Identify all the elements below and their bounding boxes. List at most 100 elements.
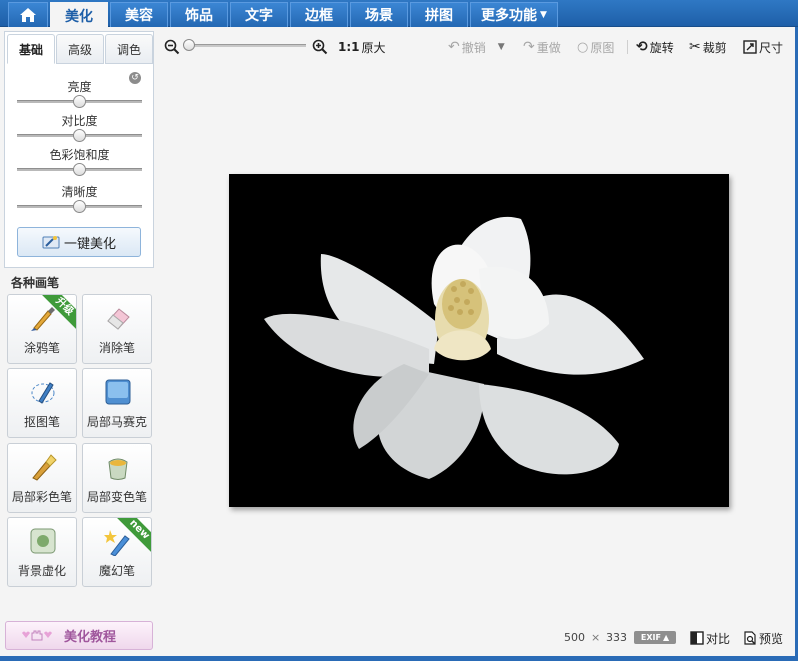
resize-button[interactable]: 尺寸 — [743, 37, 783, 57]
restore-circle-icon: ○ — [577, 39, 589, 55]
tab-more-features-label: 更多功能 — [481, 8, 538, 24]
exif-button[interactable]: EXIF ▲ — [634, 631, 676, 644]
color-brush-label: 局部彩色笔 — [11, 490, 72, 504]
tab-advanced[interactable]: 高级 — [56, 34, 104, 64]
actual-size-button[interactable]: 1:1 原大 — [338, 37, 386, 57]
tab-beautify[interactable]: 美化 — [50, 2, 108, 28]
tab-basic-label: 基础 — [18, 42, 43, 57]
beautify-tutorial-button[interactable]: 美化教程 — [5, 621, 153, 650]
sharpness-slider[interactable] — [17, 200, 142, 213]
one-click-beautify-button[interactable]: 一键美化 — [17, 227, 141, 257]
eraser-icon — [107, 308, 130, 330]
cutout-pen-label: 抠图笔 — [23, 415, 60, 429]
zoom-in-icon — [312, 39, 328, 55]
restore-original-label: 原图 — [590, 40, 615, 55]
zoom-in-button[interactable] — [312, 37, 328, 57]
bottom-border — [0, 656, 798, 661]
undo-icon: ↶ — [448, 39, 460, 55]
redo-label: 重做 — [536, 40, 561, 55]
toolbar-divider — [627, 40, 628, 54]
contrast-slider[interactable] — [17, 129, 142, 142]
image-height: 333 — [606, 631, 627, 644]
redo-button[interactable]: ↷ 重做 — [523, 37, 561, 57]
tab-collage[interactable]: 拼图 — [410, 2, 468, 27]
restore-original-button[interactable]: ○ 原图 — [577, 37, 614, 57]
beautify-tutorial-label: 美化教程 — [64, 630, 117, 645]
sharpness-label: 清晰度 — [61, 185, 98, 199]
main-nav-bar: 美化 美容 饰品 文字 边框 场景 拼图 更多功能 ▼ — [0, 0, 798, 28]
compare-label: 对比 — [706, 631, 731, 646]
preview-button[interactable]: 预览 — [743, 628, 783, 648]
tab-accessories-label: 饰品 — [185, 8, 213, 24]
doodle-brush-icon — [31, 307, 55, 331]
cutout-pen-button[interactable]: 抠图笔 — [7, 368, 77, 438]
zoom-slider-thumb[interactable] — [183, 39, 195, 51]
tab-beauty-label: 美容 — [125, 8, 153, 24]
contrast-slider-thumb[interactable] — [73, 129, 86, 142]
undo-button[interactable]: ↶ 撤销 ▼ — [448, 37, 505, 57]
photo-canvas[interactable] — [229, 174, 729, 507]
tab-frames[interactable]: 边框 — [290, 2, 348, 27]
saturation-label: 色彩饱和度 — [49, 148, 110, 162]
crop-label: 裁剪 — [702, 40, 727, 55]
preview-icon — [744, 631, 756, 645]
exif-caret-icon: ▲ — [662, 633, 670, 642]
undo-label: 撤销 — [461, 40, 486, 55]
zoom-out-button[interactable] — [164, 37, 180, 57]
resize-icon — [743, 40, 757, 54]
background-blur-label: 背景虚化 — [17, 564, 66, 578]
tab-scenes[interactable]: 场景 — [350, 2, 408, 27]
recolor-brush-button[interactable]: 局部变色笔 — [82, 443, 152, 513]
brightness-slider-thumb[interactable] — [73, 95, 86, 108]
preview-label: 预览 — [759, 631, 784, 646]
color-brush-button[interactable]: 局部彩色笔 — [7, 443, 77, 513]
tab-accessories[interactable]: 饰品 — [170, 2, 228, 27]
rotate-button[interactable]: ⟲ 旋转 — [636, 37, 674, 57]
brightness-label: 亮度 — [67, 80, 92, 94]
home-button[interactable] — [8, 2, 48, 27]
blur-icon — [30, 528, 56, 554]
sharpness-slider-row: 清晰度 — [17, 183, 142, 213]
mosaic-button[interactable]: 局部马赛克 — [82, 368, 152, 438]
tab-basic[interactable]: 基础 — [7, 34, 55, 64]
paint-bucket-icon — [108, 458, 128, 480]
cutout-pen-icon — [31, 382, 55, 404]
brightness-slider[interactable] — [17, 95, 142, 108]
tab-text-label: 文字 — [245, 8, 273, 24]
contrast-slider-row: 对比度 — [17, 112, 142, 142]
tab-more-features[interactable]: 更多功能 ▼ — [470, 2, 558, 27]
dimension-times: × — [591, 631, 601, 644]
tab-color-grading[interactable]: 调色 — [105, 34, 153, 64]
saturation-slider-thumb[interactable] — [73, 163, 86, 176]
tab-collage-label: 拼图 — [425, 8, 453, 24]
undo-dropdown-icon[interactable]: ▼ — [498, 42, 505, 52]
tab-frames-label: 边框 — [305, 8, 333, 24]
compare-button[interactable]: 对比 — [690, 628, 730, 648]
magnolia-photo — [229, 174, 729, 507]
sharpness-slider-thumb[interactable] — [73, 200, 86, 213]
magic-brush-button[interactable]: new 魔幻笔 — [82, 517, 152, 587]
image-width: 500 — [564, 631, 585, 644]
zoom-slider[interactable] — [186, 44, 306, 47]
tab-text[interactable]: 文字 — [230, 2, 288, 27]
exif-label: EXIF — [640, 633, 661, 642]
doodle-brush-button[interactable]: 升级 涂鸦笔 — [7, 294, 77, 364]
eraser-button[interactable]: 消除笔 — [82, 294, 152, 364]
magic-brush-label: 魔幻笔 — [98, 564, 135, 578]
rotate-label: 旋转 — [649, 40, 674, 55]
saturation-slider[interactable] — [17, 163, 142, 176]
zoom-out-icon — [164, 39, 180, 55]
home-icon — [20, 8, 36, 22]
mosaic-icon — [105, 379, 131, 405]
contrast-label: 对比度 — [61, 114, 98, 128]
basic-adjust-panel: 基础 高级 调色 ↺ 亮度 对比度 色彩饱和度 清晰度 一键美化 — [4, 31, 154, 268]
crop-button[interactable]: ✂ 裁剪 — [689, 37, 727, 57]
magic-wand-icon — [104, 530, 130, 556]
one-click-beautify-label: 一键美化 — [63, 236, 116, 252]
zoom-ratio-label: 1:1 — [338, 40, 360, 54]
tab-beauty[interactable]: 美容 — [110, 2, 168, 27]
background-blur-button[interactable]: 背景虚化 — [7, 517, 77, 587]
scissors-icon: ✂ — [689, 39, 701, 55]
resize-label: 尺寸 — [759, 40, 784, 55]
actual-size-label: 原大 — [361, 40, 386, 55]
